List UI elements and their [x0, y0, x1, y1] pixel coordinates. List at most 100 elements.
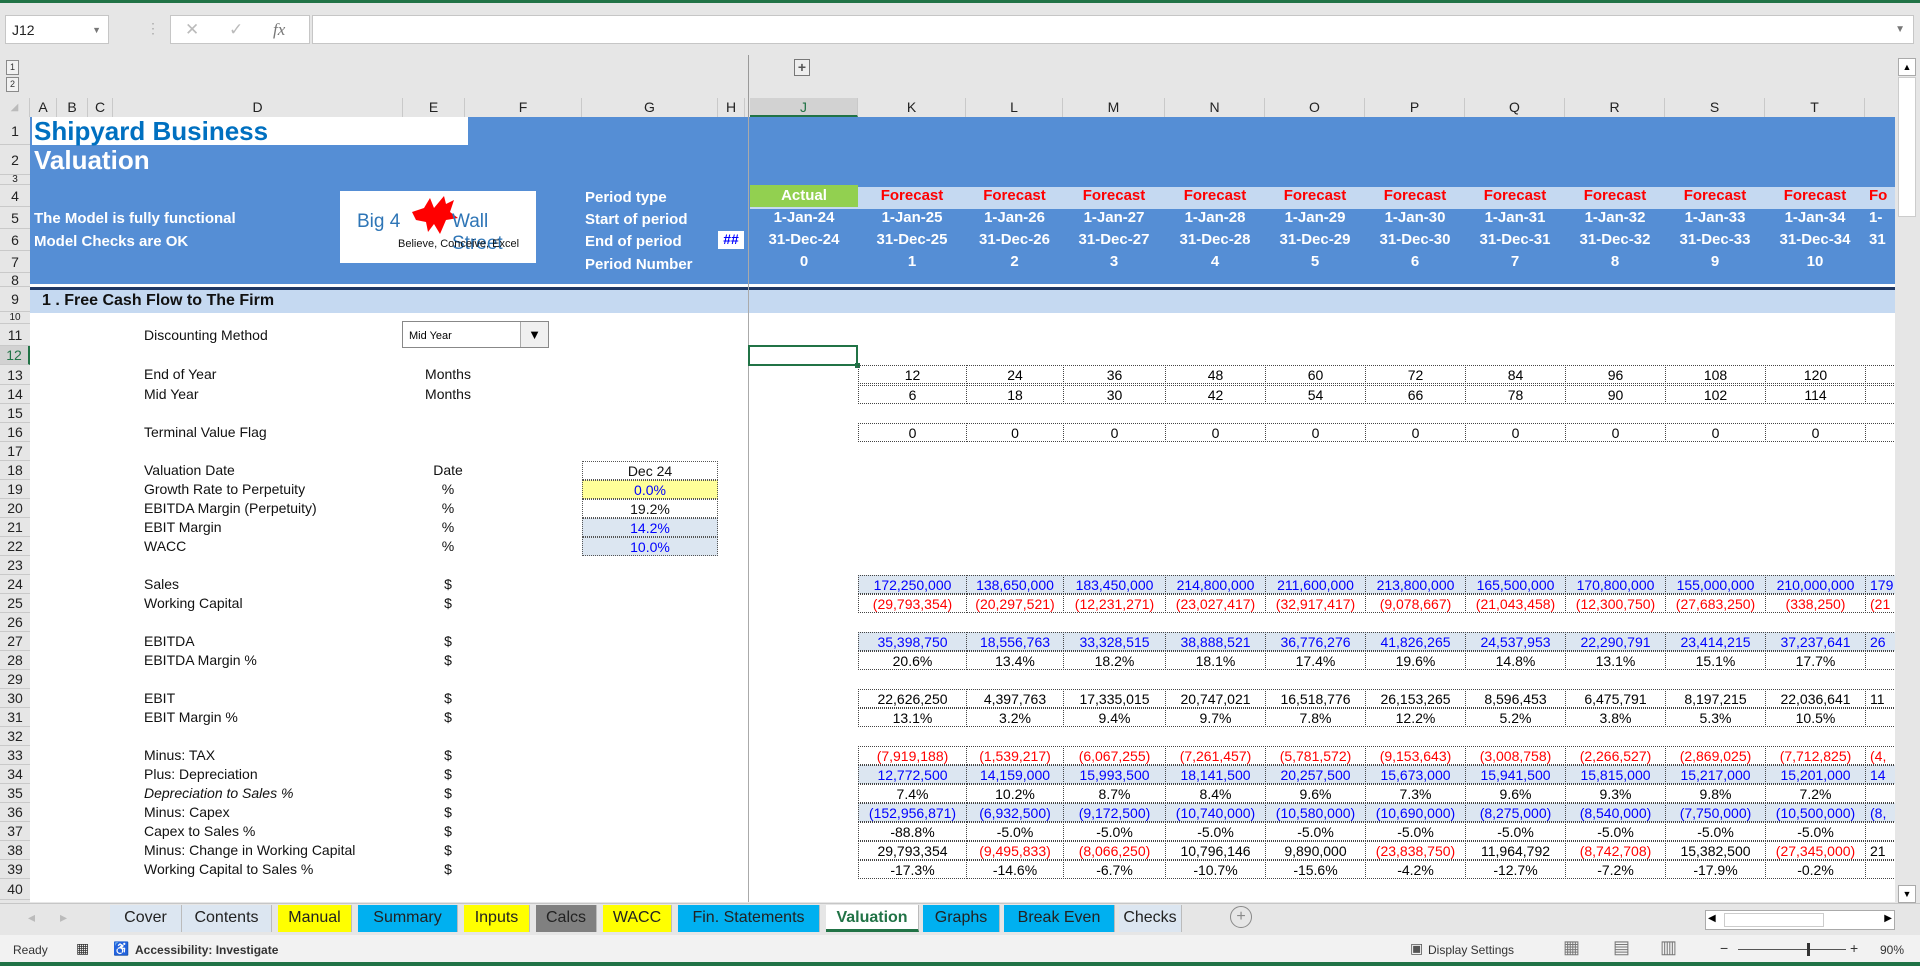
data-cell[interactable] — [1865, 822, 1895, 841]
data-cell[interactable]: 9.6% — [1265, 784, 1366, 803]
data-cell[interactable]: -14.6% — [966, 860, 1064, 879]
data-cell[interactable]: 8.7% — [1063, 784, 1166, 803]
expand-formula-bar-icon[interactable]: ▼ — [1895, 24, 1905, 35]
data-cell[interactable]: 13.1% — [1565, 651, 1666, 670]
data-cell[interactable]: (27,345,000) — [1765, 841, 1866, 860]
terminal-flag-cell[interactable]: 0 — [1565, 423, 1666, 442]
cancel-icon[interactable]: ✕ — [185, 20, 199, 40]
accessibility-status[interactable]: Accessibility: Investigate — [135, 943, 278, 957]
data-cell[interactable]: -88.8% — [858, 822, 967, 841]
data-cell[interactable]: (8,742,708) — [1565, 841, 1666, 860]
sheet-tab-fin-statements[interactable]: Fin. Statements — [678, 905, 820, 932]
data-cell[interactable]: 35,398,750 — [858, 632, 967, 651]
mid-year-cell[interactable]: 78 — [1465, 385, 1566, 404]
data-cell[interactable]: 15,815,000 — [1565, 765, 1666, 784]
data-cell[interactable]: -4.2% — [1365, 860, 1466, 879]
enter-check-icon[interactable]: ✓ — [229, 20, 243, 40]
data-cell[interactable]: -0.2% — [1765, 860, 1866, 879]
data-cell[interactable]: 26,153,265 — [1365, 689, 1466, 708]
assumption-input[interactable]: 10.0% — [582, 537, 718, 556]
data-cell[interactable]: (10,740,000) — [1165, 803, 1266, 822]
data-cell[interactable] — [1865, 708, 1895, 727]
data-cell[interactable]: 10,796,146 — [1165, 841, 1266, 860]
data-cell[interactable]: 4,397,763 — [966, 689, 1064, 708]
data-cell[interactable]: (338,250) — [1765, 594, 1866, 613]
data-cell[interactable]: 16,518,776 — [1265, 689, 1366, 708]
normal-view-icon[interactable]: ▦ — [1563, 937, 1580, 958]
terminal-flag-cell[interactable]: 0 — [1765, 423, 1866, 442]
data-cell[interactable]: (5,781,572) — [1265, 746, 1366, 765]
data-cell[interactable]: 15.1% — [1665, 651, 1766, 670]
data-cell[interactable]: 9.6% — [1465, 784, 1566, 803]
outline-level-2-button[interactable]: 2 — [6, 77, 19, 92]
sheet-tab-break-even[interactable]: Break Even — [1004, 905, 1115, 932]
column-header-b[interactable]: B — [57, 98, 88, 117]
column-header-l[interactable]: L — [966, 98, 1063, 117]
mid-year-cell[interactable]: 42 — [1165, 385, 1266, 404]
data-cell[interactable]: 37,237,641 — [1765, 632, 1866, 651]
row-header-10[interactable]: 10 — [0, 312, 30, 324]
data-cell[interactable]: 10.2% — [966, 784, 1064, 803]
end-of-year-cell[interactable]: 60 — [1265, 365, 1366, 384]
data-cell[interactable]: 33,328,515 — [1063, 632, 1166, 651]
data-cell[interactable]: 18.2% — [1063, 651, 1166, 670]
mid-year-cell[interactable]: 18 — [966, 385, 1064, 404]
data-cell[interactable]: 7.2% — [1765, 784, 1866, 803]
tab-scroll-right-icon[interactable]: ▸ — [60, 909, 67, 926]
sheet-tab-contents[interactable]: Contents — [182, 905, 272, 932]
data-cell[interactable]: 14.8% — [1465, 651, 1566, 670]
terminal-flag-cell[interactable]: 0 — [966, 423, 1064, 442]
zoom-slider[interactable] — [1738, 949, 1846, 950]
data-cell[interactable]: 8,197,215 — [1665, 689, 1766, 708]
zoom-slider-thumb[interactable] — [1806, 943, 1810, 956]
new-sheet-icon[interactable]: + — [1230, 906, 1252, 928]
select-all-corner[interactable]: ◢ — [0, 98, 30, 117]
data-cell[interactable]: (10,690,000) — [1365, 803, 1466, 822]
data-cell[interactable]: (8,540,000) — [1565, 803, 1666, 822]
data-cell[interactable]: 8,596,453 — [1465, 689, 1566, 708]
row-header-6[interactable]: 6 — [0, 229, 30, 251]
terminal-flag-cell[interactable]: 0 — [858, 423, 967, 442]
hscroll-left-icon[interactable]: ◀ — [1708, 913, 1716, 924]
sheet-tab-graphs[interactable]: Graphs — [923, 905, 1000, 932]
row-header-17[interactable]: 17 — [0, 442, 30, 461]
insert-function-icon[interactable]: fx — [273, 20, 285, 40]
name-box[interactable]: J12 ▼ — [5, 15, 109, 44]
data-cell[interactable]: 9.8% — [1665, 784, 1766, 803]
mid-year-cell[interactable]: 66 — [1365, 385, 1466, 404]
data-cell[interactable]: -5.0% — [1365, 822, 1466, 841]
sheet-tab-checks[interactable]: Checks — [1119, 905, 1182, 932]
end-of-year-cell[interactable]: 48 — [1165, 365, 1266, 384]
column-header-o[interactable]: O — [1265, 98, 1365, 117]
data-cell[interactable]: (7,750,000) — [1665, 803, 1766, 822]
terminal-flag-cell[interactable]: 0 — [1365, 423, 1466, 442]
data-cell[interactable]: -5.0% — [1265, 822, 1366, 841]
end-of-year-cell[interactable]: 96 — [1565, 365, 1666, 384]
data-cell[interactable]: 41,826,265 — [1365, 632, 1466, 651]
end-of-year-cell[interactable]: 120 — [1765, 365, 1866, 384]
hscroll-right-icon[interactable]: ▶ — [1884, 913, 1892, 924]
end-of-year-cell[interactable] — [1865, 365, 1895, 384]
data-cell[interactable]: 155,000,000 — [1665, 575, 1766, 594]
row-header-14[interactable]: 14 — [0, 385, 30, 404]
row-header-35[interactable]: 35 — [0, 784, 30, 803]
data-cell[interactable]: (8, — [1865, 803, 1895, 822]
row-header-20[interactable]: 20 — [0, 499, 30, 518]
data-cell[interactable]: 211,600,000 — [1265, 575, 1366, 594]
data-cell[interactable]: 23,414,215 — [1665, 632, 1766, 651]
column-header-h[interactable]: H — [718, 98, 745, 117]
data-cell[interactable]: -10.7% — [1165, 860, 1266, 879]
discounting-method-select[interactable]: Mid Year ▼ — [402, 321, 549, 348]
data-cell[interactable]: 15,382,500 — [1665, 841, 1766, 860]
terminal-flag-cell[interactable]: 0 — [1665, 423, 1766, 442]
display-settings-button[interactable]: Display Settings — [1428, 943, 1514, 957]
data-cell[interactable]: (27,683,250) — [1665, 594, 1766, 613]
data-cell[interactable]: (4, — [1865, 746, 1895, 765]
row-header-12[interactable]: 12 — [0, 346, 30, 365]
zoom-out-icon[interactable]: − — [1720, 940, 1728, 956]
data-cell[interactable]: 18.1% — [1165, 651, 1266, 670]
data-cell[interactable]: 20.6% — [858, 651, 967, 670]
column-header-d[interactable]: D — [113, 98, 403, 117]
column-header-r[interactable]: R — [1565, 98, 1665, 117]
row-header-31[interactable]: 31 — [0, 708, 30, 727]
